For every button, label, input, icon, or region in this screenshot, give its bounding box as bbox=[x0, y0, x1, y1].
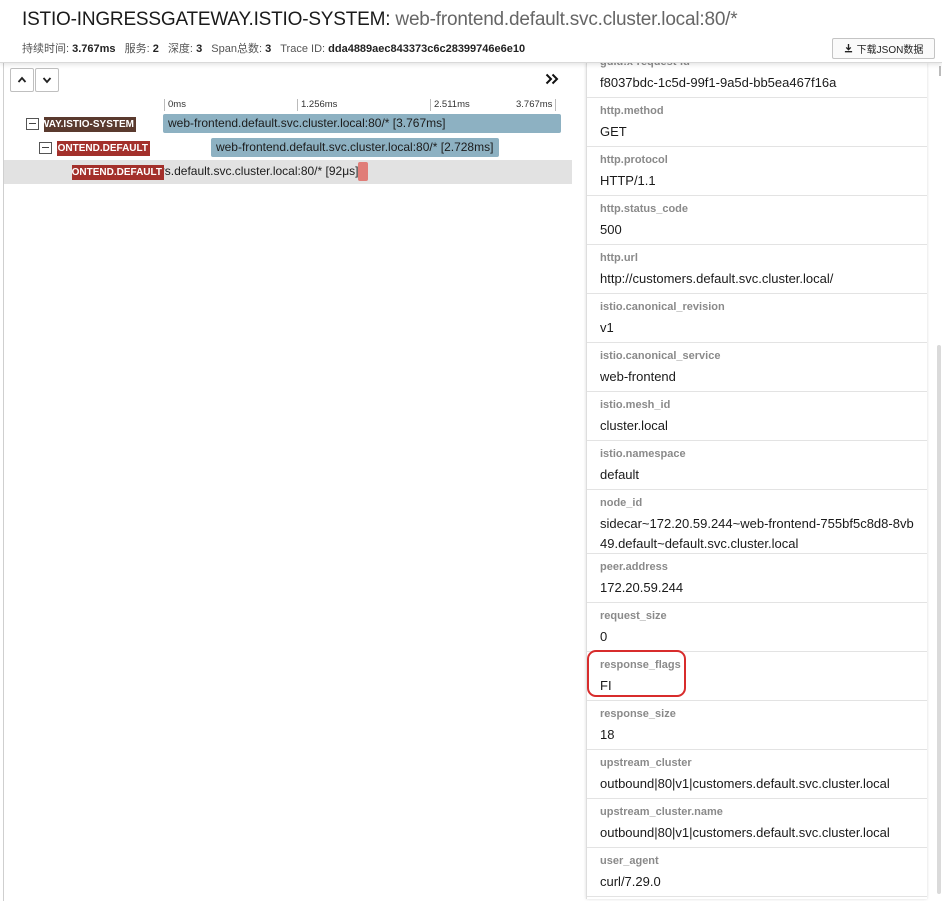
span-bar-label: customers.default.svc.cluster.local:80/*… bbox=[164, 164, 359, 178]
double-chevron-right-icon bbox=[545, 73, 559, 85]
spans-label: Span总数: bbox=[211, 43, 262, 55]
span-service-label: WEB-FRONTEND.DEFAULT bbox=[57, 141, 150, 156]
tag-key: response_flags bbox=[600, 659, 681, 671]
tag-key: istio.namespace bbox=[600, 448, 686, 460]
expand-details-button[interactable] bbox=[542, 70, 562, 88]
services-value: 2 bbox=[152, 43, 159, 55]
tag-row: http.url http://customers.default.svc.clu… bbox=[587, 245, 927, 294]
traceid-value: dda4889aec843373c6c28399746e6e10 bbox=[328, 43, 526, 55]
time-ruler: 0ms 1.256ms 2.511ms 3.767ms bbox=[0, 97, 576, 113]
tag-key: user_agent bbox=[600, 855, 659, 867]
tag-value[interactable]: GET bbox=[600, 122, 927, 142]
tag-value[interactable]: 0 bbox=[600, 627, 927, 647]
tag-key: response_size bbox=[600, 708, 676, 720]
tag-key: istio.canonical_revision bbox=[600, 301, 725, 313]
collapse-up-button[interactable] bbox=[10, 68, 34, 92]
tag-key: upstream_cluster.name bbox=[600, 806, 723, 818]
tag-value[interactable]: curl/7.29.0 bbox=[600, 872, 927, 892]
span-collapse-toggle[interactable] bbox=[26, 118, 39, 130]
tag-row: node_id sidecar~172.20.59.244~web-fronten… bbox=[587, 490, 927, 554]
tag-key: request_size bbox=[600, 610, 667, 622]
tag-key: peer.address bbox=[600, 561, 668, 573]
trace-root-service: ISTIO-INGRESSGATEWAY.ISTIO-SYSTEM: bbox=[22, 9, 391, 30]
tag-value[interactable]: v1 bbox=[600, 318, 927, 338]
tag-row: http.protocol HTTP/1.1 bbox=[587, 147, 927, 196]
tag-value[interactable]: web-frontend bbox=[600, 367, 927, 387]
tag-key: http.protocol bbox=[600, 154, 668, 166]
duration-value: 3.767ms bbox=[72, 43, 116, 55]
tag-row: guid:x-request-id f8037bdc-1c5d-99f1-9a5d… bbox=[587, 63, 927, 98]
pane-border bbox=[3, 63, 4, 901]
trace-root-operation: web-frontend.default.svc.cluster.local:8… bbox=[395, 9, 738, 30]
tag-row: istio.namespace default bbox=[587, 441, 927, 490]
depth-label: 深度: bbox=[167, 43, 193, 55]
tag-row: istio.canonical_service web-frontend bbox=[587, 343, 927, 392]
tag-value[interactable]: 18 bbox=[600, 725, 927, 745]
chevron-up-icon bbox=[17, 76, 27, 83]
tag-value[interactable]: default bbox=[600, 465, 927, 485]
traceid-label: Trace ID: bbox=[280, 43, 326, 55]
tag-value[interactable]: outbound|80|v1|customers.default.svc.clu… bbox=[600, 823, 927, 843]
tag-row: istio.canonical_revision v1 bbox=[587, 294, 927, 343]
tag-value[interactable]: 172.20.59.244 bbox=[600, 578, 927, 598]
span-bar-label: web-frontend.default.svc.cluster.local:8… bbox=[168, 116, 446, 130]
tag-value[interactable]: outbound|80|v1|customers.default.svc.clu… bbox=[600, 774, 927, 794]
tag-key: http.url bbox=[600, 252, 638, 264]
tag-row: upstream_cluster.name outbound|80|v1|cust… bbox=[587, 799, 927, 848]
span-row[interactable]: ISTIO-INGRESSGATEWAY.ISTIO-SYSTEM web-fr… bbox=[4, 112, 572, 136]
tag-value[interactable]: sidecar~172.20.59.244~web-frontend-755bf… bbox=[600, 514, 927, 553]
span-service-label: WEB-FRONTEND.DEFAULT bbox=[72, 165, 164, 180]
tags-list: guid:x-request-id f8037bdc-1c5d-99f1-9a5d… bbox=[587, 63, 927, 897]
download-json-label: 下载JSON数据 bbox=[856, 45, 924, 56]
spans-value: 3 bbox=[265, 43, 272, 55]
depth-value: 3 bbox=[196, 43, 203, 55]
span-row-selected[interactable]: WEB-FRONTEND.DEFAULT customers.default.s… bbox=[4, 160, 572, 184]
tag-key: http.status_code bbox=[600, 203, 689, 215]
scrollbar-thumb[interactable] bbox=[937, 345, 941, 894]
tag-row: response_flags FI bbox=[587, 652, 927, 701]
tag-value[interactable]: f8037bdc-1c5d-99f1-9a5d-bb5ea467f16a bbox=[600, 73, 927, 93]
tag-value[interactable]: FI bbox=[600, 676, 927, 696]
tag-row: upstream_cluster outbound|80|v1|customers… bbox=[587, 750, 927, 799]
tick-label: 2.511ms bbox=[430, 99, 470, 111]
tag-value[interactable]: http://customers.default.svc.cluster.loc… bbox=[600, 269, 927, 289]
span-collapse-toggle[interactable] bbox=[39, 142, 52, 154]
tick-label: 0ms bbox=[164, 99, 186, 111]
tag-value[interactable]: cluster.local bbox=[600, 416, 927, 436]
tag-row: user_agent curl/7.29.0 bbox=[587, 848, 927, 897]
span-service-label: ISTIO-INGRESSGATEWAY.ISTIO-SYSTEM bbox=[44, 117, 136, 132]
tag-row: http.status_code 500 bbox=[587, 196, 927, 245]
timeline-pane: 0ms 1.256ms 2.511ms 3.767ms ISTIO-INGRES… bbox=[0, 63, 576, 901]
span-bar[interactable] bbox=[358, 162, 369, 181]
download-json-button[interactable]: 下载JSON数据 bbox=[832, 38, 935, 59]
span-bar-label: web-frontend.default.svc.cluster.local:8… bbox=[215, 140, 494, 154]
tag-row: response_size 18 bbox=[587, 701, 927, 750]
trace-meta: 持续时间: 3.767ms 服务: 2 深度: 3 Span总数: 3 Trac… bbox=[22, 40, 531, 56]
download-icon bbox=[844, 44, 852, 53]
tag-row: istio.mesh_id cluster.local bbox=[587, 392, 927, 441]
tag-key: guid:x-request-id bbox=[600, 63, 927, 68]
expand-down-button[interactable] bbox=[35, 68, 59, 92]
span-row[interactable]: WEB-FRONTEND.DEFAULT web-frontend.defaul… bbox=[4, 136, 572, 160]
tick-label: 1.256ms bbox=[297, 99, 337, 111]
tag-key: istio.canonical_service bbox=[600, 350, 721, 362]
tag-value[interactable]: 500 bbox=[600, 220, 927, 240]
trace-title: ISTIO-INGRESSGATEWAY.ISTIO-SYSTEM: web-f… bbox=[22, 9, 738, 31]
tag-key: http.method bbox=[600, 105, 664, 117]
services-label: 服务: bbox=[124, 43, 150, 55]
tag-key: istio.mesh_id bbox=[600, 399, 671, 411]
trace-header: ISTIO-INGRESSGATEWAY.ISTIO-SYSTEM: web-f… bbox=[0, 0, 942, 63]
tag-key: node_id bbox=[600, 497, 643, 509]
tag-row: http.method GET bbox=[587, 98, 927, 147]
tick-label: 3.767ms bbox=[516, 99, 557, 111]
span-details-pane: guid:x-request-id f8037bdc-1c5d-99f1-9a5d… bbox=[586, 63, 927, 899]
tag-value[interactable]: HTTP/1.1 bbox=[600, 171, 927, 191]
tag-key: upstream_cluster bbox=[600, 757, 692, 769]
tag-row: request_size 0 bbox=[587, 603, 927, 652]
chevron-down-icon bbox=[42, 77, 52, 84]
tag-row: peer.address 172.20.59.244 bbox=[587, 554, 927, 603]
scroll-marker bbox=[939, 66, 941, 76]
duration-label: 持续时间: bbox=[22, 43, 70, 55]
